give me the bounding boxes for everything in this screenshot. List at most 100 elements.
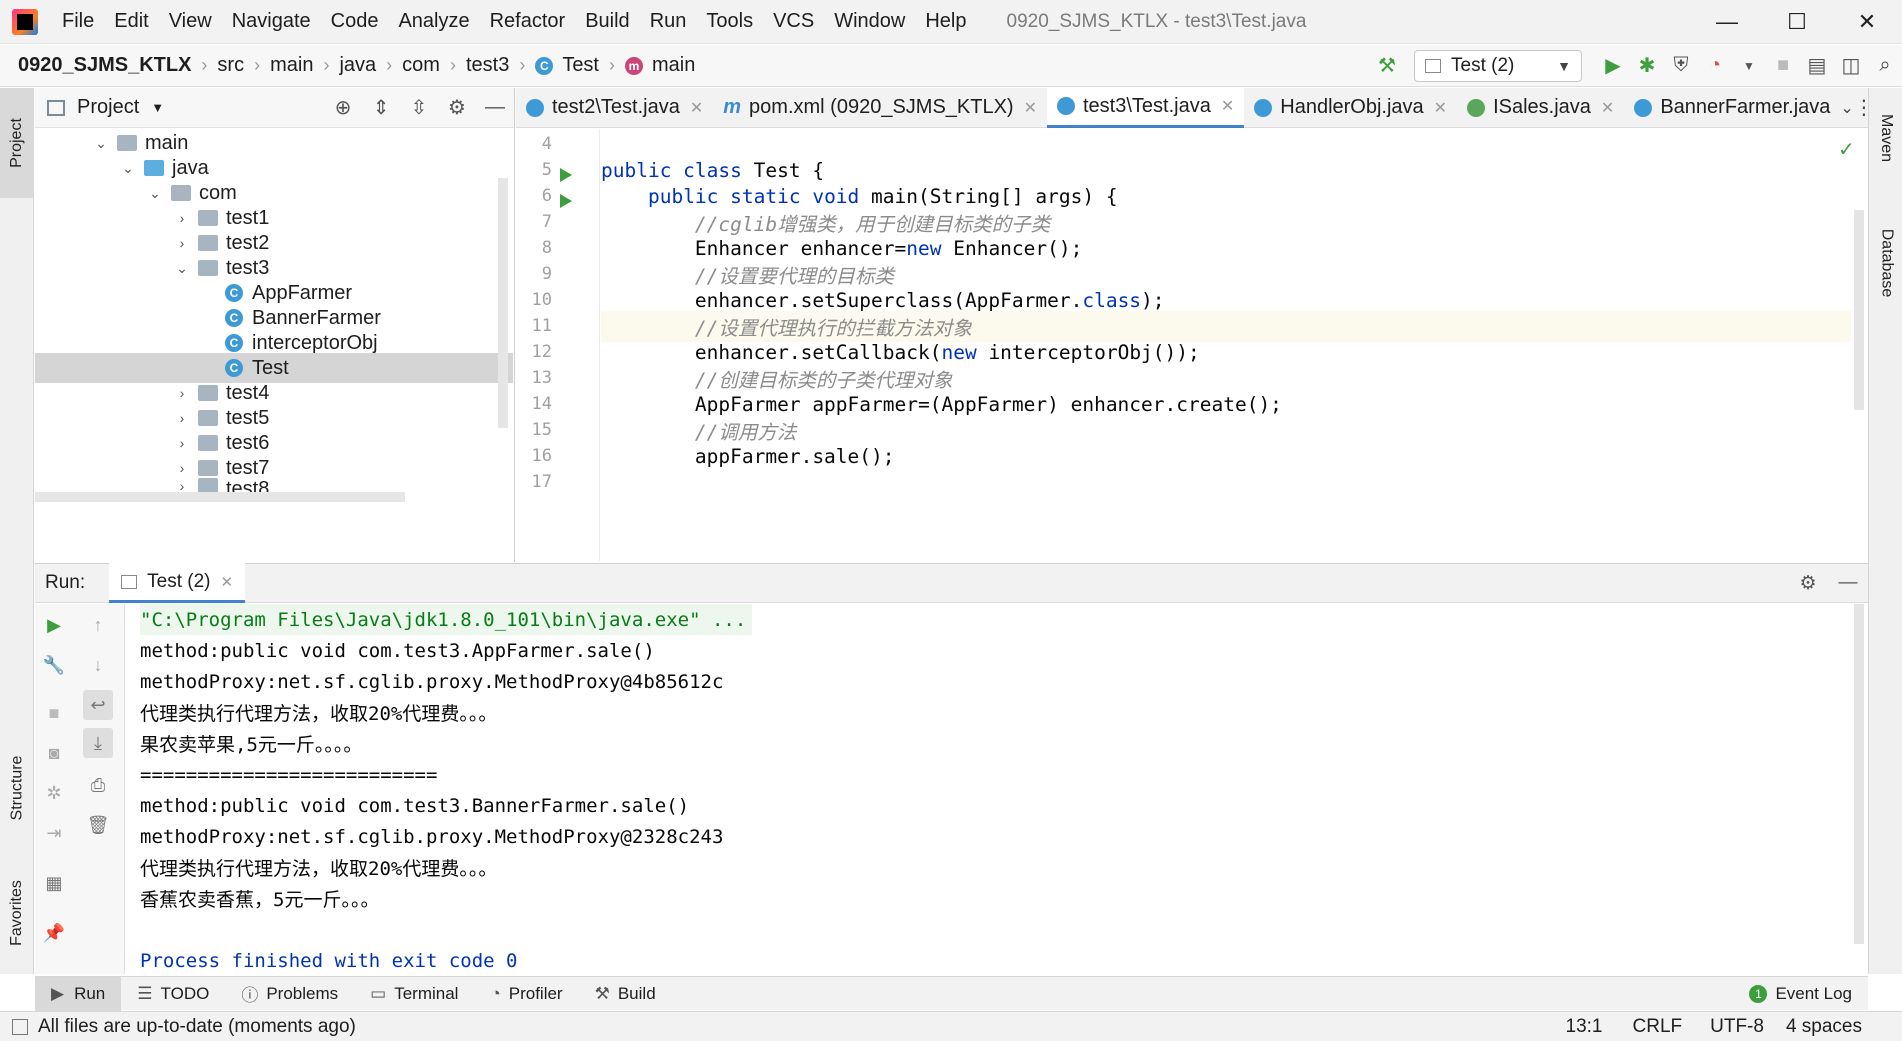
maximize-button[interactable]: ☐ [1762,0,1832,44]
wrench-icon[interactable]: 🔧 [39,650,69,680]
run-configuration-select[interactable]: Test (2) ▼ [1414,49,1582,82]
close-icon[interactable]: ✕ [1601,98,1614,118]
breadcrumb-main[interactable]: main › [260,54,329,77]
project-structure-icon[interactable]: ▤ [1800,49,1834,83]
close-icon[interactable]: ✕ [221,573,234,591]
menu-analyze[interactable]: Analyze [388,10,479,33]
maven-tool-tab[interactable]: Maven [1869,98,1902,178]
run-console[interactable]: "C:\Program Files\Java\jdk1.8.0_101\bin\… [126,604,1856,974]
tab-handlerobj-java[interactable]: HandlerObj.java ✕ [1244,88,1457,128]
gear-icon[interactable]: ⚙ [1788,572,1828,595]
tab-bannerfarmer-java[interactable]: BannerFarmer.java [1624,88,1840,128]
print-icon[interactable]: ⎙ [83,770,113,800]
tab-test3-test-java[interactable]: test3\Test.java ✕ [1047,87,1245,128]
chevron-down-icon[interactable]: ▼ [151,100,164,115]
tool-window-terminal[interactable]: ▭ Terminal [354,977,474,1011]
locate-icon[interactable]: ⊕ [324,95,362,120]
status-square-icon[interactable] [12,1018,28,1035]
menu-help[interactable]: Help [915,10,976,33]
menu-run[interactable]: Run [640,10,697,33]
collapse-all-icon[interactable]: ⇳ [400,95,438,120]
login-icon[interactable]: ⇥ [39,818,69,848]
code-editor[interactable]: public class Test { public static void m… [601,129,1856,561]
menu-window[interactable]: Window [824,10,915,33]
build-hammer-icon[interactable]: ⚒ [1370,49,1404,83]
expand-all-icon[interactable]: ⇕ [362,95,400,120]
minimize-button[interactable]: — [1692,0,1762,44]
horizontal-scrollbar[interactable] [35,492,405,502]
editor-scrollbar[interactable] [1854,210,1864,410]
project-panel-title[interactable]: Project [77,96,139,119]
console-scrollbar[interactable] [1854,604,1864,944]
hide-icon[interactable]: — [1828,572,1868,594]
gear-icon[interactable]: ⚙ [438,95,476,120]
trash-icon[interactable]: 🗑 [83,810,113,840]
tab-test2-test-java[interactable]: test2\Test.java ✕ [516,88,713,128]
breadcrumb-main-method[interactable]: m main [615,54,695,77]
layout-grid-icon[interactable]: ▦ [39,868,69,898]
more-vertical-icon[interactable]: ⋮ [1854,95,1874,120]
breadcrumb-test-class[interactable]: C Test › [525,54,615,77]
coverage-icon[interactable]: ⛨ [1664,49,1698,83]
profile-icon[interactable]: ◔ [1698,49,1732,83]
structure-tool-tab[interactable]: Structure [0,728,34,848]
tab-isales-java[interactable]: ISales.java ✕ [1457,88,1624,128]
breadcrumb-project[interactable]: 0920_SJMS_KTLX › [0,54,207,77]
search-icon[interactable]: ⌕ [1868,49,1902,83]
arrow-down-icon[interactable]: ↓ [83,650,113,680]
settings-debug-icon[interactable]: ✲ [39,778,69,808]
stop-icon[interactable]: ■ [39,698,69,728]
close-icon[interactable]: ✕ [1024,98,1037,118]
left-tool-strip: Project Structure Favorites [0,88,34,974]
run-icon[interactable]: ▶ [1596,49,1630,83]
menu-build[interactable]: Build [575,10,639,33]
close-button[interactable]: ✕ [1832,0,1902,44]
layout-icon[interactable]: ◫ [1834,49,1868,83]
menu-edit[interactable]: Edit [104,10,158,33]
database-tool-tab[interactable]: Database [1869,208,1902,318]
close-icon[interactable]: ✕ [1434,98,1447,118]
tool-window-problems[interactable]: ⓘ Problems [225,977,354,1011]
tool-window-profiler[interactable]: ◔ Profiler [474,977,578,1011]
tabs-dropdown-chevron-icon[interactable]: ⌄ [1840,98,1853,118]
run-main-gutter-icon[interactable] [560,194,572,208]
tool-window-todo[interactable]: ☰ TODO [121,977,225,1011]
pin-icon[interactable]: 📌 [39,918,69,948]
arrow-up-icon[interactable]: ↑ [83,610,113,640]
menu-view[interactable]: View [159,10,222,33]
run-class-gutter-icon[interactable] [560,168,572,182]
menu-code[interactable]: Code [321,10,389,33]
tree-node-test8[interactable]: › test8 [35,478,513,492]
vertical-scrollbar[interactable] [498,178,508,428]
scroll-to-end-icon[interactable]: ⤓ [83,728,113,758]
project-tool-tab[interactable]: Project [0,88,34,198]
favorites-tool-tab[interactable]: Favorites [0,858,34,968]
rerun-icon[interactable]: ▶ [39,610,69,640]
stop-icon[interactable]: ■ [1766,49,1800,83]
file-encoding[interactable]: UTF-8 [1710,1016,1764,1038]
event-log[interactable]: 1 Event Log [1733,977,1868,1011]
more-run-chevron-icon[interactable]: ▼ [1732,49,1766,83]
tool-window-build[interactable]: ⚒ Build [579,977,672,1011]
indent-setting[interactable]: 4 spaces [1786,1016,1862,1038]
soft-wrap-icon[interactable]: ↩ [83,690,113,720]
tab-pom-xml[interactable]: m pom.xml (0920_SJMS_KTLX) ✕ [713,88,1047,128]
camera-icon[interactable]: ◙ [39,738,69,768]
debug-icon[interactable]: ✱ [1630,49,1664,83]
close-icon[interactable]: ✕ [690,98,703,118]
line-separator[interactable]: CRLF [1633,1016,1683,1038]
breadcrumb-java[interactable]: java › [329,54,392,77]
menu-refactor[interactable]: Refactor [480,10,576,33]
breadcrumb-test3[interactable]: test3 › [456,54,525,77]
run-tab-test2[interactable]: Test (2) ✕ [109,563,246,603]
breadcrumb-src[interactable]: src › [207,54,260,77]
tool-window-run[interactable]: ▶ Run [35,976,122,1011]
hide-icon[interactable]: — [476,96,514,119]
menu-navigate[interactable]: Navigate [222,10,321,33]
menu-vcs[interactable]: VCS [763,10,824,33]
caret-position[interactable]: 13:1 [1566,1016,1603,1038]
menu-tools[interactable]: Tools [696,10,763,33]
menu-file[interactable]: File [52,10,104,33]
close-icon[interactable]: ✕ [1221,96,1234,116]
breadcrumb-com[interactable]: com › [392,54,456,77]
